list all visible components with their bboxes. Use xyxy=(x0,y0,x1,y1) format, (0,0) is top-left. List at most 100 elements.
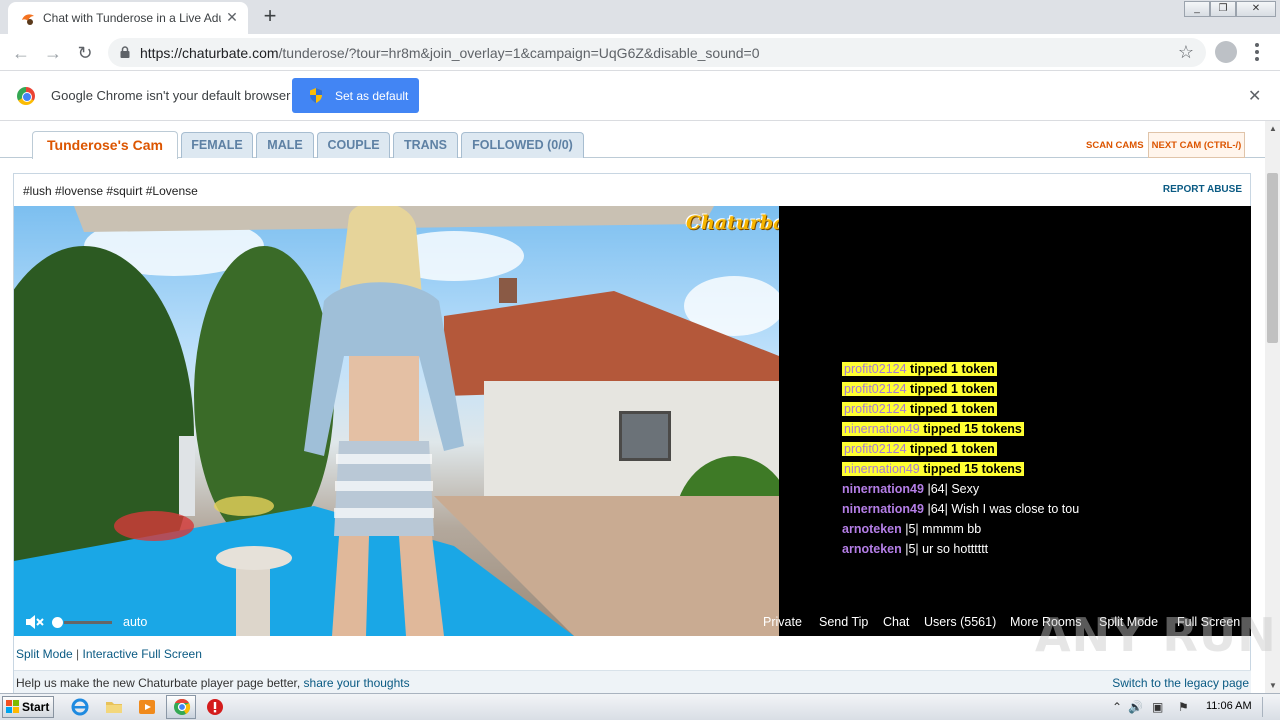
tip-notice: profit02124 tipped 1 token xyxy=(842,442,997,456)
volume-slider-track[interactable] xyxy=(64,621,112,624)
tab-male[interactable]: MALE xyxy=(256,132,314,158)
set-as-default-label: Set as default xyxy=(335,89,409,103)
bookmark-star-icon[interactable]: ☆ xyxy=(1178,42,1194,63)
internet-explorer-icon[interactable] xyxy=(70,697,90,717)
chaturbate-favicon-icon xyxy=(22,14,34,25)
forward-arrow-icon[interactable]: → xyxy=(42,42,64,64)
tip-notice: profit02124 tipped 1 token xyxy=(842,382,997,396)
feedback-bar: Help us make the new Chaturbate player p… xyxy=(14,670,1251,693)
video-frame-image xyxy=(14,206,779,636)
share-thoughts-link[interactable]: share your thoughts xyxy=(304,676,410,690)
chat-text: |5| mmmm bb xyxy=(905,522,982,536)
interactive-full-screen-link[interactable]: Interactive Full Screen xyxy=(83,647,202,661)
chat-username: ninernation49 xyxy=(844,462,920,476)
chat-username: profit02124 xyxy=(844,402,907,416)
report-abuse-link[interactable]: REPORT ABUSE xyxy=(1163,184,1242,195)
tab-couple[interactable]: COUPLE xyxy=(317,132,390,158)
browser-toolbar: ← → ↻ https://chaturbate.com/tunderose/?… xyxy=(0,34,1280,71)
file-explorer-icon[interactable] xyxy=(104,697,124,717)
profile-avatar-icon[interactable] xyxy=(1215,41,1237,63)
infobar-close-icon[interactable]: ✕ xyxy=(1248,86,1261,106)
chat-text: tipped 15 tokens xyxy=(923,462,1022,476)
muted-speaker-icon[interactable] xyxy=(24,613,44,631)
chat-text: |5| ur so hotttttt xyxy=(905,542,989,556)
tab-female[interactable]: FEMALE xyxy=(181,132,253,158)
chat-username: profit02124 xyxy=(844,382,907,396)
room-tab-strip: Tunderose's Cam FEMALE MALE COUPLE TRANS… xyxy=(0,121,1265,159)
split-mode-link[interactable]: Split Mode xyxy=(16,647,73,661)
action-center-flag-icon[interactable]: ⚑ xyxy=(1178,700,1189,714)
scroll-down-icon[interactable]: ▼ xyxy=(1269,681,1277,690)
video-player[interactable]: Chaturbate profit02124 tipped 1 token pr… xyxy=(14,206,1251,636)
feedback-text: Help us make the new Chaturbate player p… xyxy=(16,676,410,690)
legacy-page-link[interactable]: Switch to the legacy page xyxy=(1112,676,1249,690)
tip-notice: ninernation49 tipped 15 tokens xyxy=(842,422,1024,436)
minimize-window-icon[interactable]: _ xyxy=(1184,1,1210,17)
tray-overflow-icon[interactable]: ⌃ xyxy=(1112,700,1122,714)
infobar-message: Google Chrome isn't your default browser xyxy=(51,88,291,103)
chat-line: profit02124 tipped 1 token xyxy=(842,382,997,398)
media-player-icon[interactable] xyxy=(137,697,157,717)
chat-username: ninernation49 xyxy=(844,422,920,436)
uac-shield-icon xyxy=(310,88,322,103)
chat-text: |64| Wish I was close to tou xyxy=(927,502,1080,516)
chat-line: ninernation49 |64| Sexy xyxy=(842,482,979,498)
chat-line: ninernation49 tipped 15 tokens xyxy=(842,422,1024,438)
tab-trans[interactable]: TRANS xyxy=(393,132,458,158)
chat-text: tipped 1 token xyxy=(910,402,995,416)
browser-tab-title: Chat with Tunderose in a Live Adult xyxy=(43,11,221,25)
view-mode-links: Split Mode | Interactive Full Screen xyxy=(16,647,202,661)
video-stream[interactable]: Chaturbate xyxy=(14,206,779,636)
chat-line: ninernation49 tipped 15 tokens xyxy=(842,462,1024,478)
back-arrow-icon[interactable]: ← xyxy=(10,42,32,64)
quality-selector[interactable]: auto xyxy=(123,615,147,629)
tab-tunderose-cam[interactable]: Tunderose's Cam xyxy=(32,131,178,159)
private-button[interactable]: Private xyxy=(763,615,802,629)
chat-line: arnoteken |5| ur so hotttttt xyxy=(842,542,988,558)
volume-tray-icon[interactable]: 🔊 xyxy=(1128,700,1143,714)
show-desktop-button[interactable] xyxy=(1262,697,1276,717)
scroll-up-icon[interactable]: ▲ xyxy=(1269,124,1277,133)
taskbar-chrome-active[interactable] xyxy=(166,695,196,719)
scrollbar-thumb[interactable] xyxy=(1267,173,1278,343)
chaturbate-logo: Chaturbate xyxy=(686,212,779,234)
start-button[interactable]: Start xyxy=(2,696,54,718)
scan-cams-link[interactable]: SCAN CAMS xyxy=(1086,140,1144,151)
next-cam-button[interactable]: NEXT CAM (CTRL-/) xyxy=(1148,132,1245,158)
send-tip-button[interactable]: Send Tip xyxy=(819,615,868,629)
reload-icon[interactable]: ↻ xyxy=(74,42,96,64)
chat-line: profit02124 tipped 1 token xyxy=(842,442,997,458)
chat-username: arnoteken xyxy=(842,542,902,556)
browser-tab-strip: Chat with Tunderose in a Live Adult ✕ + … xyxy=(0,0,1280,34)
tip-notice: profit02124 tipped 1 token xyxy=(842,362,997,376)
taskbar-clock[interactable]: 11:06 AM xyxy=(1206,700,1252,712)
close-window-icon[interactable]: ✕ xyxy=(1236,1,1276,17)
chrome-logo-icon xyxy=(17,87,35,105)
chat-text: |64| Sexy xyxy=(927,482,980,496)
chat-line: ninernation49 |64| Wish I was close to t… xyxy=(842,502,1079,518)
stop-sign-icon[interactable] xyxy=(205,697,225,717)
default-browser-infobar: Google Chrome isn't your default browser… xyxy=(0,71,1280,121)
tip-notice: ninernation49 tipped 15 tokens xyxy=(842,462,1024,476)
link-separator: | xyxy=(76,647,80,661)
chat-username: ninernation49 xyxy=(842,502,924,516)
tab-close-icon[interactable]: ✕ xyxy=(224,9,240,25)
users-button[interactable]: Users (5561) xyxy=(924,615,996,629)
chrome-taskbar-icon xyxy=(174,698,191,715)
set-as-default-button[interactable]: Set as default xyxy=(292,78,419,113)
room-subject: #lush #lovense #squirt #Lovense xyxy=(23,184,198,198)
browser-tab[interactable]: Chat with Tunderose in a Live Adult ✕ xyxy=(8,2,248,34)
volume-slider-handle[interactable] xyxy=(52,617,63,628)
restore-window-icon[interactable]: ❐ xyxy=(1210,1,1236,17)
network-tray-icon[interactable]: ▣ xyxy=(1152,700,1163,714)
address-bar[interactable]: https://chaturbate.com/tunderose/?tour=h… xyxy=(108,38,1206,67)
chat-username: profit02124 xyxy=(844,362,907,376)
browser-menu-icon[interactable] xyxy=(1254,41,1260,63)
tab-followed[interactable]: FOLLOWED (0/0) xyxy=(461,132,584,158)
chat-username: ninernation49 xyxy=(842,482,924,496)
new-tab-icon[interactable]: + xyxy=(258,4,282,28)
start-label: Start xyxy=(22,700,50,714)
chat-text: tipped 1 token xyxy=(910,442,995,456)
chat-button[interactable]: Chat xyxy=(883,615,909,629)
anyrun-watermark: ANY RUN xyxy=(1035,608,1277,662)
